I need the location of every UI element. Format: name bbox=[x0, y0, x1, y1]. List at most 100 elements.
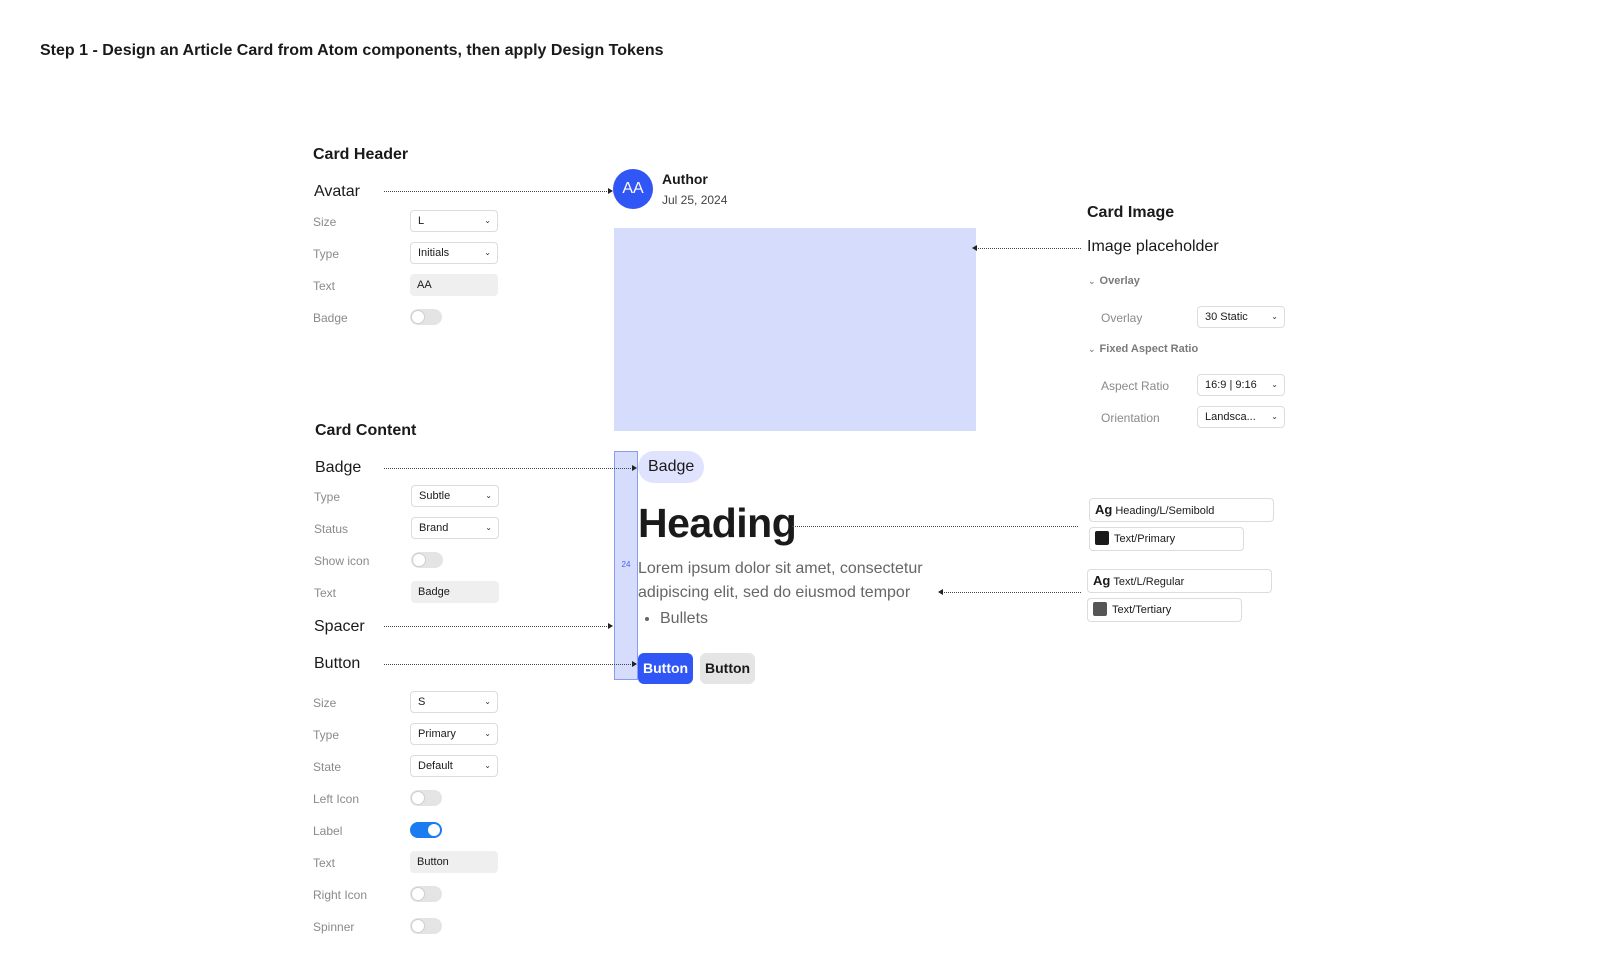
badge-type-select[interactable]: Subtle ⌄ bbox=[411, 485, 499, 507]
chevron-down-icon: ⌄ bbox=[485, 523, 492, 532]
badge-show-icon-label: Show icon bbox=[314, 554, 370, 568]
button-text-input[interactable]: Button bbox=[410, 851, 498, 873]
spacer-label: Spacer bbox=[314, 618, 365, 635]
button-type-value: Primary bbox=[418, 728, 456, 740]
heading-font-token-label: Heading/L/Semibold bbox=[1115, 505, 1215, 517]
body-color-token[interactable]: Text/Tertiary bbox=[1087, 598, 1242, 622]
chevron-down-icon: ⌄ bbox=[1088, 344, 1096, 354]
toggle-knob bbox=[412, 888, 424, 900]
orientation-label: Orientation bbox=[1101, 411, 1160, 425]
aspect-ratio-label: Aspect Ratio bbox=[1101, 379, 1170, 393]
avatar-size-select[interactable]: L ⌄ bbox=[410, 210, 498, 232]
toggle-knob bbox=[412, 792, 424, 804]
badge-text-input[interactable]: Badge bbox=[411, 581, 499, 603]
body-font-token-label: Text/L/Regular bbox=[1113, 576, 1185, 588]
avatar-size-label: Size bbox=[313, 215, 337, 229]
button-right-icon-toggle[interactable] bbox=[410, 886, 442, 902]
avatar-text-label: Text bbox=[313, 279, 336, 293]
body-token-connector bbox=[938, 588, 1081, 595]
button-label-toggle-label: Label bbox=[313, 824, 343, 838]
heading-token-connector bbox=[792, 526, 1078, 527]
badge-text-label: Text bbox=[314, 586, 337, 600]
author-date: Jul 25, 2024 bbox=[662, 193, 728, 207]
heading-font-token[interactable]: Ag Heading/L/Semibold bbox=[1089, 498, 1274, 522]
body-font-token[interactable]: Ag Text/L/Regular bbox=[1087, 569, 1272, 593]
button-state-label: State bbox=[313, 760, 342, 774]
button-size-value: S bbox=[418, 696, 426, 708]
chevron-down-icon: ⌄ bbox=[1271, 412, 1278, 421]
avatar-connector bbox=[384, 187, 613, 194]
page-title: Step 1 - Design an Article Card from Ato… bbox=[40, 42, 664, 59]
avatar-type-select[interactable]: Initials ⌄ bbox=[410, 242, 498, 264]
avatar-type-value: Initials bbox=[418, 247, 450, 259]
chevron-down-icon: ⌄ bbox=[484, 729, 491, 738]
body-color-token-label: Text/Tertiary bbox=[1112, 604, 1172, 616]
button-type-select[interactable]: Primary ⌄ bbox=[410, 723, 498, 745]
badge-type-value: Subtle bbox=[419, 490, 451, 502]
overlay-select[interactable]: 30 Static ⌄ bbox=[1197, 306, 1285, 328]
orientation-select[interactable]: Landsca... ⌄ bbox=[1197, 406, 1285, 428]
bullet-list: Bullets bbox=[640, 610, 708, 628]
button-left-icon-label: Left Icon bbox=[313, 792, 360, 806]
text-style-icon: Ag bbox=[1095, 502, 1113, 517]
button-label: Button bbox=[314, 655, 361, 672]
button-type-label: Type bbox=[313, 728, 340, 742]
spacer-value: 24 bbox=[621, 560, 631, 569]
chevron-down-icon: ⌄ bbox=[485, 491, 492, 500]
button-right-icon-label: Right Icon bbox=[313, 888, 368, 902]
avatar: AA bbox=[613, 169, 653, 209]
overlay-group-label: Overlay bbox=[1099, 275, 1140, 287]
color-swatch-icon bbox=[1095, 531, 1109, 545]
aspect-group-label: Fixed Aspect Ratio bbox=[1099, 343, 1199, 355]
text-style-icon: Ag bbox=[1093, 573, 1111, 588]
card-content-title: Card Content bbox=[315, 422, 417, 439]
overlay-value: 30 Static bbox=[1205, 311, 1248, 323]
toggle-knob bbox=[412, 920, 424, 932]
button-connector bbox=[384, 660, 637, 667]
chevron-down-icon: ⌄ bbox=[1271, 312, 1278, 321]
color-swatch-icon bbox=[1093, 602, 1107, 616]
orientation-value: Landsca... bbox=[1205, 411, 1256, 423]
badge-pill: Badge bbox=[638, 451, 705, 483]
card-header-title: Card Header bbox=[313, 146, 409, 163]
aspect-group-header[interactable]: ⌄ Fixed Aspect Ratio bbox=[1088, 343, 1198, 355]
button-spinner-label: Spinner bbox=[313, 920, 355, 934]
image-connector bbox=[972, 244, 1081, 251]
list-item: Bullets bbox=[660, 610, 708, 628]
chevron-down-icon: ⌄ bbox=[1088, 276, 1096, 286]
card-body-text: Lorem ipsum dolor sit amet, consectetur … bbox=[638, 560, 923, 601]
badge-label: Badge bbox=[315, 459, 362, 476]
overlay-group-header[interactable]: ⌄ Overlay bbox=[1088, 275, 1140, 287]
button-state-value: Default bbox=[418, 760, 453, 772]
avatar-size-value: L bbox=[418, 215, 425, 227]
badge-show-icon-toggle[interactable] bbox=[411, 552, 443, 568]
chevron-down-icon: ⌄ bbox=[484, 216, 491, 225]
chevron-down-icon: ⌄ bbox=[484, 697, 491, 706]
aspect-ratio-value: 16:9 | 9:16 bbox=[1205, 379, 1257, 391]
avatar-type-label: Type bbox=[313, 247, 340, 261]
button-size-select[interactable]: S ⌄ bbox=[410, 691, 498, 713]
aspect-ratio-select[interactable]: 16:9 | 9:16 ⌄ bbox=[1197, 374, 1285, 396]
avatar-text-input[interactable]: AA bbox=[410, 274, 498, 296]
secondary-button[interactable]: Button bbox=[700, 653, 756, 684]
button-left-icon-toggle[interactable] bbox=[410, 790, 442, 806]
avatar-badge-toggle[interactable] bbox=[410, 309, 442, 325]
badge-status-value: Brand bbox=[419, 522, 449, 534]
chevron-down-icon: ⌄ bbox=[484, 248, 491, 257]
card-image-title: Card Image bbox=[1087, 204, 1175, 221]
card-heading: Heading bbox=[638, 500, 797, 546]
button-spinner-toggle[interactable] bbox=[410, 918, 442, 934]
toggle-knob bbox=[413, 554, 425, 566]
badge-connector bbox=[384, 464, 637, 471]
primary-button[interactable]: Button bbox=[638, 653, 694, 684]
button-state-select[interactable]: Default ⌄ bbox=[410, 755, 498, 777]
button-label-toggle[interactable] bbox=[410, 822, 442, 838]
toggle-knob bbox=[428, 824, 440, 836]
chevron-down-icon: ⌄ bbox=[1271, 380, 1278, 389]
heading-color-token-label: Text/Primary bbox=[1114, 533, 1176, 545]
badge-status-label: Status bbox=[314, 522, 349, 536]
spacer-box: 24 bbox=[614, 451, 638, 680]
badge-status-select[interactable]: Brand ⌄ bbox=[411, 517, 499, 539]
button-text-label: Text bbox=[313, 856, 336, 870]
heading-color-token[interactable]: Text/Primary bbox=[1089, 527, 1244, 551]
